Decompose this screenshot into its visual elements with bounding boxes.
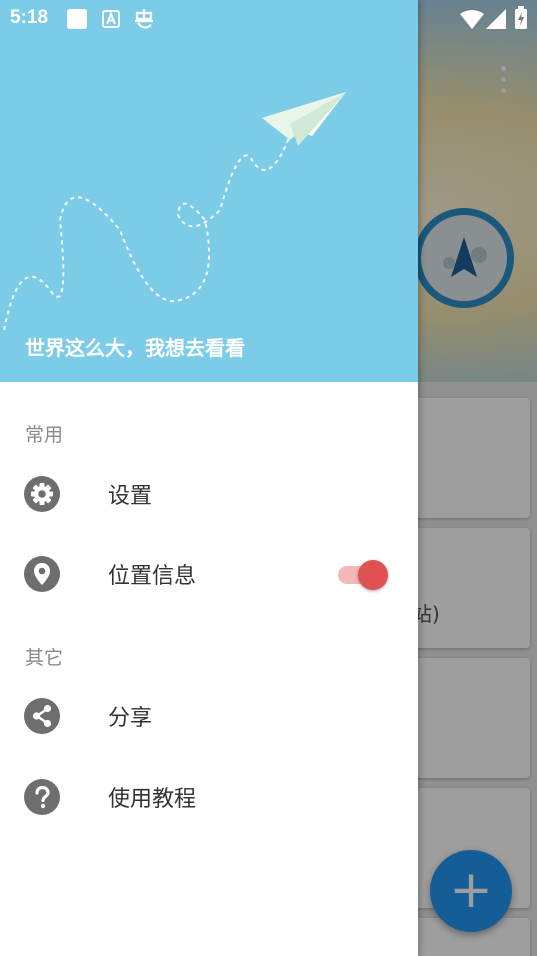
menu-item-label: 使用教程 xyxy=(108,787,197,812)
section-title-common: 常用 xyxy=(25,424,64,446)
menu-item-label: 位置信息 xyxy=(108,564,197,589)
gear-icon xyxy=(24,476,60,512)
location-toggle-switch[interactable] xyxy=(338,558,390,590)
status-time: 5:18 xyxy=(10,7,49,28)
font-a-icon xyxy=(102,10,120,28)
drawer-slogan: 世界这么大，我想去看看 xyxy=(25,336,245,360)
bug-icon xyxy=(135,9,153,29)
menu-item-label: 设置 xyxy=(108,484,153,509)
menu-item-label: 分享 xyxy=(108,706,153,731)
notification-square-icon xyxy=(67,9,87,29)
share-icon xyxy=(24,698,60,734)
battery-charging-icon xyxy=(515,6,527,29)
drawer-header: 世界这么大，我想去看看 xyxy=(0,0,418,382)
menu-item-share[interactable]: 分享 xyxy=(0,676,418,756)
wifi-icon xyxy=(460,10,484,29)
menu-item-tutorial[interactable]: 使用教程 xyxy=(0,757,418,837)
paper-plane-icon xyxy=(3,92,346,331)
location-pin-icon xyxy=(24,556,60,592)
status-bar: 5:18 xyxy=(0,0,537,38)
signal-icon xyxy=(486,9,506,29)
section-title-other: 其它 xyxy=(25,647,64,669)
menu-item-location[interactable]: 位置信息 xyxy=(0,534,418,614)
navigation-drawer: 世界这么大，我想去看看 常用 设置 位置信息 其它 分享 使用教程 xyxy=(0,0,418,956)
menu-item-settings[interactable]: 设置 xyxy=(0,454,418,534)
help-icon xyxy=(24,779,60,815)
switch-thumb xyxy=(358,560,388,590)
